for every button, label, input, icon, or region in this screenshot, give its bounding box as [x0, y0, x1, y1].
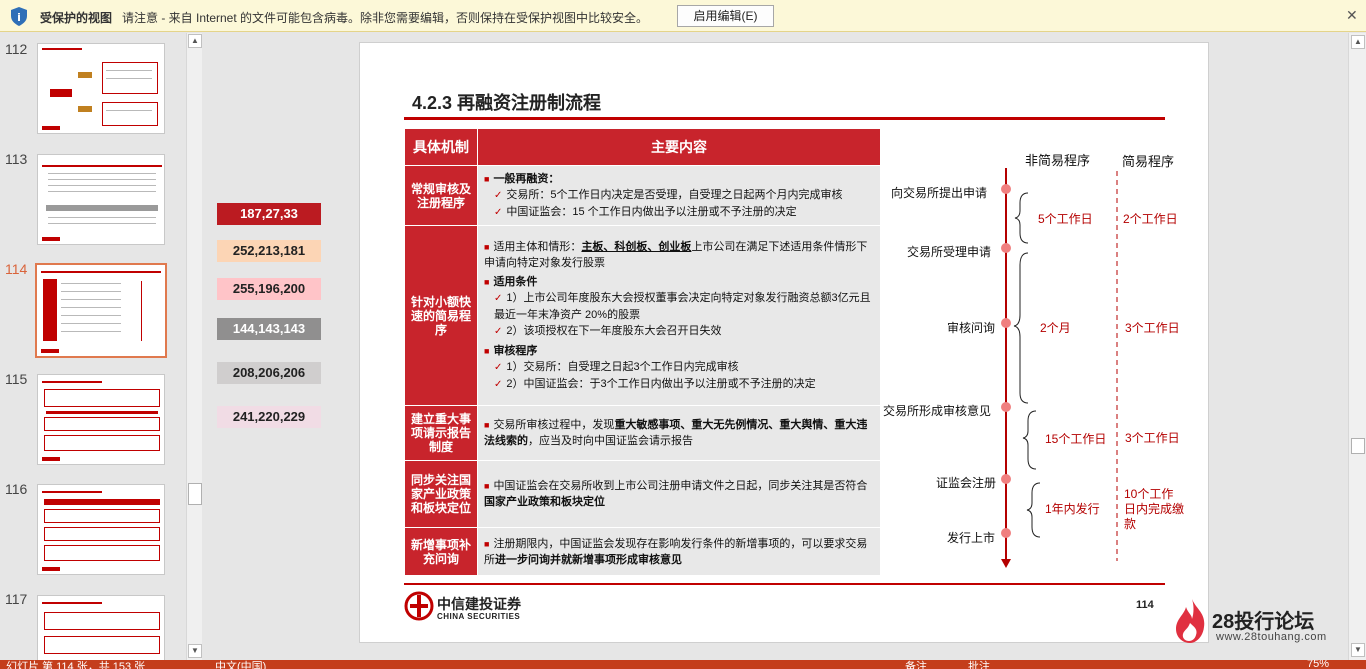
duration-standard: 5个工作日 — [1038, 212, 1093, 226]
duration-standard: 1年内发行 — [1045, 502, 1100, 516]
slide-page-number: 114 — [1136, 599, 1154, 611]
language-status[interactable]: 中文(中国) — [215, 660, 266, 669]
slide-thumbnail-114[interactable] — [35, 263, 167, 358]
timeline-step: 发行上市 — [947, 531, 996, 545]
thumbnail-number: 113 — [5, 151, 28, 167]
thumbnail-number: 114 — [5, 261, 28, 277]
slide-scrollbar[interactable]: ▲ ▼ — [1348, 33, 1366, 660]
timeline-step: 交易所受理申请 — [907, 245, 992, 259]
protected-view-bar: i 受保护的视图 请注意 - 来自 Internet 的文件可能包含病毒。除非您… — [0, 0, 1366, 32]
slide-count-status: 幻灯片 第 114 张，共 153 张 — [6, 661, 146, 669]
scroll-down-icon[interactable]: ▼ — [188, 644, 202, 658]
timeline-graphic — [1001, 168, 1118, 568]
notes-button[interactable]: 备注 — [905, 660, 927, 669]
company-logo-icon — [404, 591, 434, 621]
forum-watermark: 28投行论坛 www.28touhang.com — [1172, 597, 1342, 647]
slide-thumbnail-113[interactable] — [37, 154, 165, 245]
comments-button[interactable]: 批注 — [968, 660, 990, 669]
scroll-thumb[interactable] — [1351, 438, 1365, 454]
thumbnail-number: 115 — [5, 371, 28, 387]
watermark-site-name: 28投行论坛 — [1212, 611, 1315, 633]
enable-editing-button[interactable]: 启用编辑(E) — [677, 5, 774, 27]
color-code-label: 144,143,143 — [217, 318, 321, 340]
color-code-label: 252,213,181 — [217, 240, 321, 262]
company-name-cn: 中信建投证券 — [437, 596, 521, 612]
color-code-label: 241,220,229 — [217, 406, 321, 428]
timeline-step: 向交易所提出申请 — [891, 186, 988, 200]
timeline-step: 交易所形成审核意见 — [883, 404, 992, 418]
scroll-thumb[interactable] — [188, 483, 202, 505]
shield-icon: i — [11, 7, 27, 26]
timeline-step: 审核问询 — [947, 321, 996, 335]
thumbnail-number: 112 — [5, 41, 28, 57]
status-bar: 幻灯片 第 114 张，共 153 张 中文(中国) 备注 批注 75% — [0, 660, 1366, 669]
slide-thumbnail-117[interactable] — [37, 595, 165, 665]
slide-thumbnail-112[interactable] — [37, 43, 165, 134]
duration-standard: 15个工作日 — [1045, 432, 1107, 446]
slide-canvas[interactable]: 4.2.3 再融资注册制流程 具体机制 主要内容 常规审核及注册程序 一般再融资… — [359, 42, 1209, 643]
close-icon[interactable]: ✕ — [1346, 7, 1358, 24]
flame-icon — [1176, 599, 1205, 643]
protected-view-message: 请注意 - 来自 Internet 的文件可能包含病毒。除非您需要编辑，否则保持… — [122, 11, 649, 25]
slide-thumbnails-pane: 112 113 114 115 116 117 — [0, 33, 205, 665]
watermark-url: www.28touhang.com — [1216, 631, 1327, 643]
protected-view-title: 受保护的视图 — [40, 11, 113, 25]
color-code-label: 255,196,200 — [217, 278, 321, 300]
duration-simplified: 3个工作日 — [1125, 431, 1180, 445]
color-code-label: 187,27,33 — [217, 203, 321, 225]
duration-standard: 2个月 — [1040, 321, 1071, 335]
thumbnail-scrollbar[interactable]: ▲ ▼ — [186, 33, 202, 660]
company-name-en: CHINA SECURITIES — [437, 612, 521, 621]
svg-text:i: i — [17, 11, 21, 24]
duration-simplified: 2个工作日 — [1123, 212, 1178, 226]
duration-simplified: 10个工作日内完成缴款 — [1124, 487, 1185, 531]
thumbnail-number: 117 — [5, 591, 28, 607]
slide-thumbnail-116[interactable] — [37, 484, 165, 575]
scroll-down-icon[interactable]: ▼ — [1351, 643, 1365, 657]
timeline-step: 证监会注册 — [936, 476, 997, 490]
footer-divider — [404, 583, 1165, 585]
color-code-label: 208,206,206 — [217, 362, 321, 384]
zoom-level[interactable]: 75% — [1307, 660, 1329, 669]
thumbnail-number: 116 — [5, 481, 28, 497]
slide-thumbnail-115[interactable] — [37, 374, 165, 465]
duration-simplified: 3个工作日 — [1125, 321, 1180, 335]
scroll-up-icon[interactable]: ▲ — [1351, 35, 1365, 49]
scroll-up-icon[interactable]: ▲ — [188, 34, 202, 48]
